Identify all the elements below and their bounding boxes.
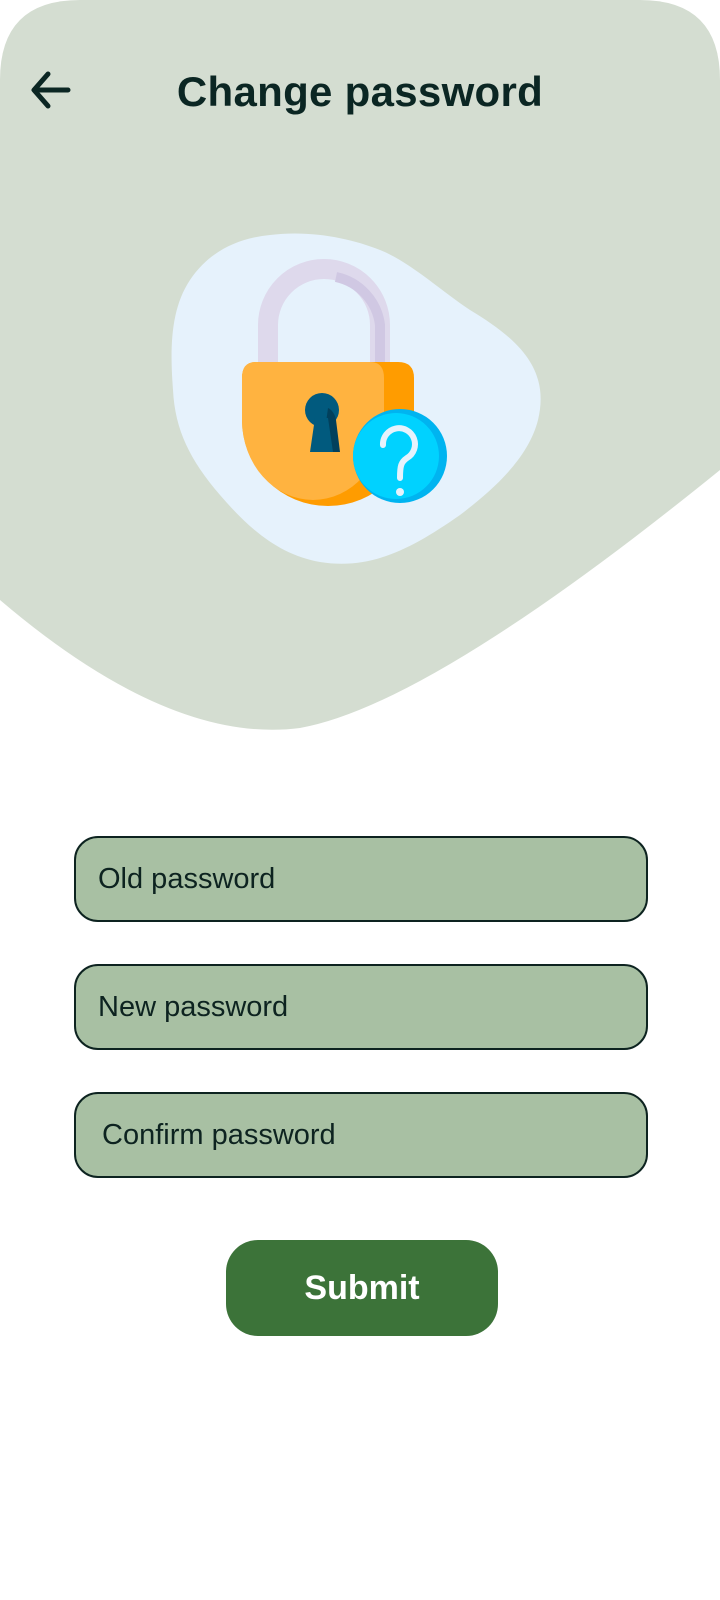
new-password-placeholder: New password <box>98 990 289 1023</box>
confirm-password-placeholder: Confirm password <box>102 1118 336 1151</box>
back-button[interactable] <box>20 60 80 120</box>
lock-illustration <box>171 233 541 564</box>
old-password-field[interactable]: Old password <box>74 836 648 922</box>
arrow-left-icon <box>31 71 71 109</box>
question-mark-icon <box>353 409 447 503</box>
new-password-field[interactable]: New password <box>74 964 648 1050</box>
submit-button[interactable]: Submit <box>226 1240 498 1336</box>
old-password-placeholder: Old password <box>98 862 276 895</box>
page-title: Change password <box>176 68 544 115</box>
confirm-password-field[interactable]: Confirm password <box>74 1092 648 1178</box>
